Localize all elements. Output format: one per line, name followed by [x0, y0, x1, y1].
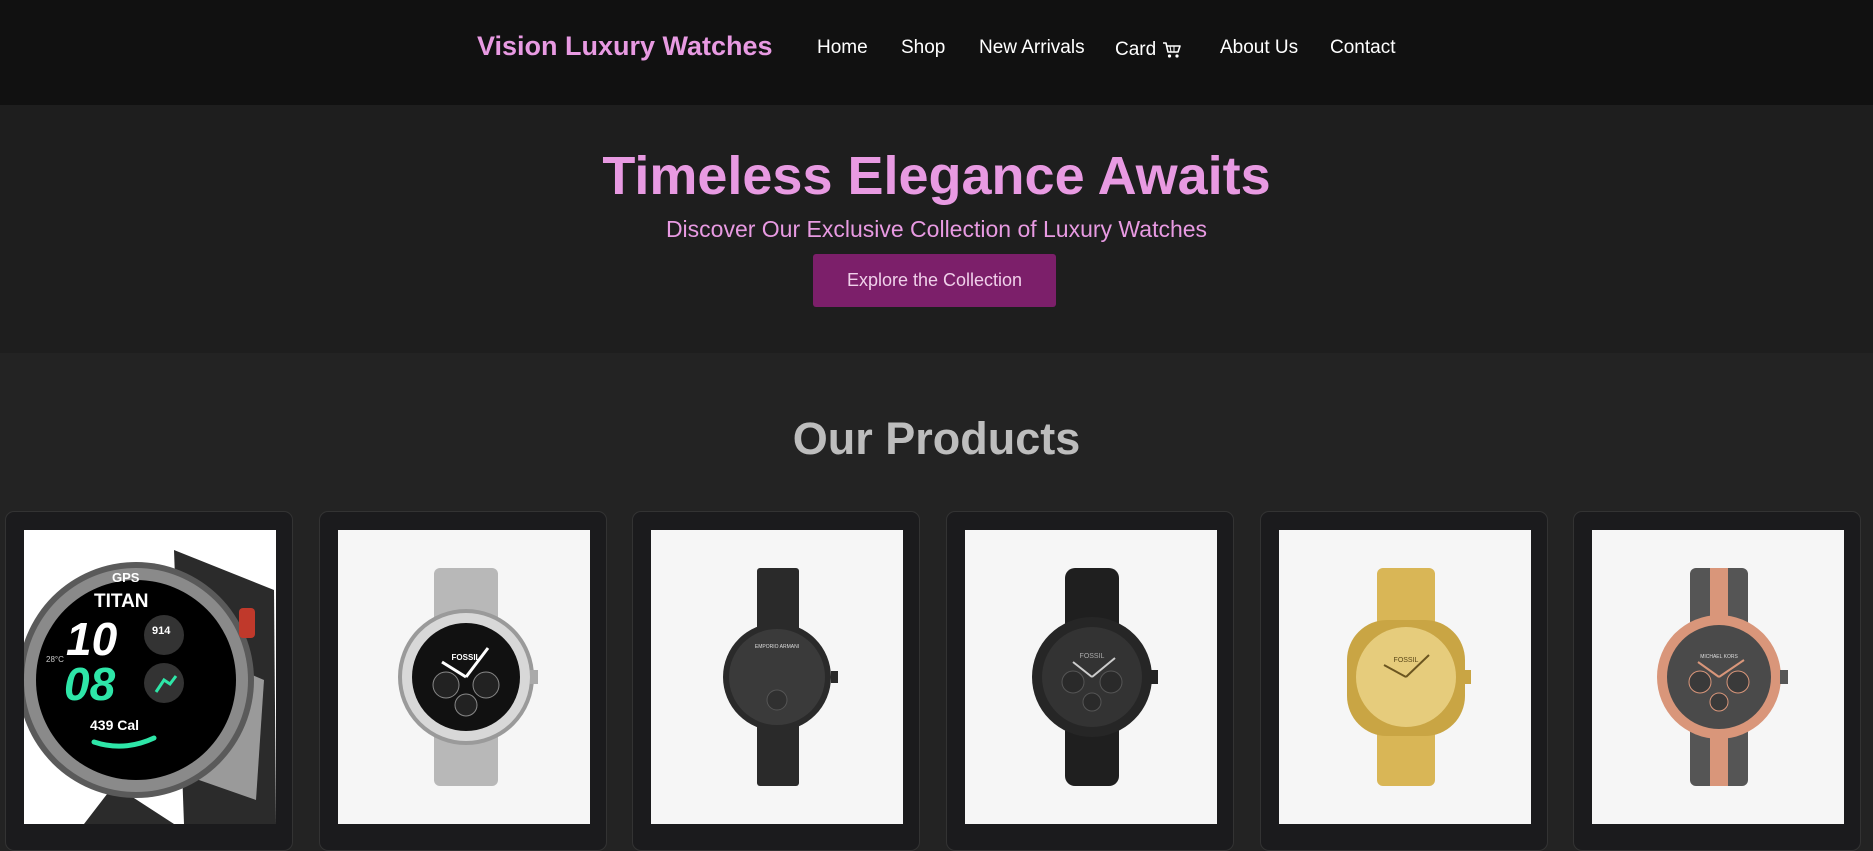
site-header: Vision Luxury Watches Home Shop New Arri… [0, 0, 1873, 105]
nav-home[interactable]: Home [817, 37, 868, 59]
nav-new-arrivals[interactable]: New Arrivals [979, 37, 1085, 59]
watch-dial-logo: MICHAEL KORS [1700, 654, 1738, 660]
nav-shop[interactable]: Shop [901, 37, 945, 59]
product-image-titan-smartwatch[interactable]: GPS TITAN 10 08 914 439 Cal 28°C [24, 530, 276, 824]
smartwatch-brand-text: TITAN [94, 591, 149, 612]
product-image-fossil-black-leather-chronograph[interactable]: FOSSIL [965, 530, 1217, 824]
smartwatch-temp-text: 28°C [46, 655, 64, 664]
product-image-emporio-armani-black-watch[interactable]: EMPORIO ARMANI [651, 530, 903, 824]
nav-about-us[interactable]: About Us [1220, 37, 1298, 59]
hero-subtitle: Discover Our Exclusive Collection of Lux… [665, 216, 1208, 242]
hero-title: Timeless Elegance Awaits [602, 146, 1271, 206]
watch-dial-logo: EMPORIO ARMANI [755, 644, 799, 650]
smartwatch-calories-text: 439 Cal [90, 717, 139, 733]
product-card[interactable]: EMPORIO ARMANI [632, 511, 920, 851]
product-card[interactable]: MICHAEL KORS [1573, 511, 1861, 851]
smartwatch-steps-text: 914 [152, 625, 171, 637]
nav-card[interactable]: Card [1115, 39, 1182, 61]
product-card[interactable]: FOSSIL [1260, 511, 1548, 851]
product-image-fossil-silver-chronograph[interactable]: FOSSIL [338, 530, 590, 824]
smartwatch-gps-text: GPS [112, 570, 140, 585]
hero-section: Timeless Elegance Awaits Discover Our Ex… [0, 105, 1873, 353]
nav-contact[interactable]: Contact [1330, 37, 1395, 59]
watch-dial-logo: FOSSIL [452, 653, 481, 662]
brand-logo[interactable]: Vision Luxury Watches [477, 31, 773, 62]
product-card[interactable]: FOSSIL [946, 511, 1234, 851]
smartwatch-minute-text: 08 [64, 658, 116, 710]
product-card[interactable]: GPS TITAN 10 08 914 439 Cal 28°C [5, 511, 293, 851]
cart-icon [1162, 41, 1182, 59]
product-image-fossil-gold-watch[interactable]: FOSSIL [1279, 530, 1531, 824]
product-card[interactable]: FOSSIL [319, 511, 607, 851]
watch-dial-logo: FOSSIL [1394, 657, 1419, 664]
products-heading: Our Products [792, 413, 1081, 464]
explore-collection-button[interactable]: Explore the Collection [813, 254, 1056, 307]
product-image-michael-kors-two-tone-chronograph[interactable]: MICHAEL KORS [1592, 530, 1844, 824]
watch-dial-logo: FOSSIL [1080, 653, 1105, 660]
nav-card-label: Card [1115, 39, 1157, 60]
